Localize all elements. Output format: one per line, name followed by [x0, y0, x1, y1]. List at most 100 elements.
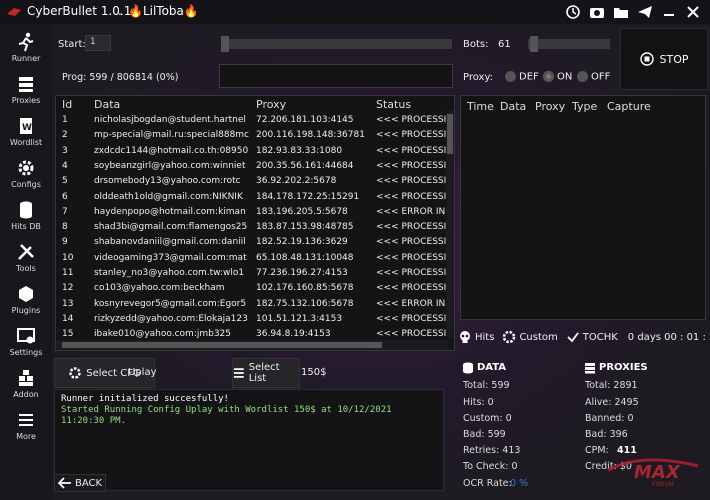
sidebar-item-hitsdb[interactable]: Hits DB — [0, 196, 52, 238]
row-status: <<< PROCESSI — [376, 313, 446, 324]
more-icon — [19, 414, 33, 426]
col-hit-data[interactable]: Data — [500, 100, 526, 113]
sidebar-item-tools[interactable]: Tools — [0, 238, 52, 280]
row-status: <<< ERROR IN — [376, 206, 446, 217]
ocr-rate-value: 0 % — [510, 478, 529, 489]
col-id[interactable]: Id — [62, 98, 72, 111]
table-row[interactable]: 9 shabanovdaniil@gmail.com:daniil 182.52.1… — [56, 237, 446, 253]
table-row[interactable]: 13 kosnyrevegor5@gmail.com:Egor5 182.75.13… — [56, 299, 446, 315]
data-custom: Custom: 0 — [463, 413, 512, 424]
bots-slider[interactable] — [528, 36, 610, 52]
data-tocheck: To Check: 0 — [463, 461, 518, 472]
hits-tabs: Hits Custom TOCHK 0 days 00 : 01 : 2 — [458, 326, 710, 348]
row-status: <<< PROCESSI — [376, 237, 446, 248]
table-row[interactable]: 11 stanley_no3@yahoo.com.tw:wlo1 77.236.19… — [56, 268, 446, 284]
row-data: shabanovdaniil@gmail.com:daniil — [94, 237, 246, 248]
app-logo-icon — [7, 8, 21, 16]
stop-button[interactable]: STOP — [620, 28, 708, 90]
row-id: 1 — [62, 115, 68, 125]
data-retries: Retries: 413 — [463, 445, 521, 456]
col-status[interactable]: Status — [376, 98, 411, 111]
row-proxy: 65.108.48.131:10048 — [256, 252, 354, 263]
sidebar-item-plugins[interactable]: Plugins — [0, 280, 52, 322]
col-capture[interactable]: Capture — [607, 100, 651, 113]
sidebar-item-runner[interactable]: Runner — [0, 28, 52, 70]
row-proxy: 77.236.196.27:4153 — [256, 268, 348, 278]
table-hscrollbar[interactable] — [56, 340, 448, 350]
svg-text:FORUM: FORUM — [652, 481, 674, 488]
row-data: drsomebody13@yahoo.com:rotc — [94, 176, 241, 187]
console-line: Started Running Config Uplay with Wordli… — [61, 405, 392, 415]
table-row[interactable]: 12 co103@yahoo.com:beckham 102.176.160.85:… — [56, 283, 446, 299]
row-data: nicholasjbogdan@student.hartnel — [94, 115, 246, 125]
proxy-off-radio[interactable]: OFF — [577, 71, 610, 83]
table-row[interactable]: 1 nicholasjbogdan@student.hartnel 72.206.1… — [56, 115, 446, 131]
data-table: Id Data Proxy Status 1 nicholasjbogdan@st… — [55, 95, 455, 351]
proxy-def-radio[interactable]: DEF — [505, 71, 539, 83]
row-proxy: 182.93.83.33:1080 — [256, 145, 343, 156]
select-list-button[interactable]: Select List — [232, 358, 300, 388]
database-icon — [20, 201, 32, 219]
history-icon[interactable] — [564, 3, 582, 21]
row-data: videogaming373@gmail.com:mat — [94, 252, 247, 263]
row-id: 12 — [62, 283, 74, 294]
camera-icon[interactable] — [588, 3, 606, 21]
col-proxy[interactable]: Proxy — [256, 98, 286, 111]
table-vscrollbar[interactable] — [446, 110, 454, 338]
row-proxy: 182.75.132.106:5678 — [256, 298, 354, 309]
list-icon — [233, 368, 244, 378]
minimize-icon[interactable] — [660, 3, 678, 21]
telegram-icon[interactable] — [636, 3, 654, 21]
col-type[interactable]: Type — [572, 100, 597, 113]
row-proxy: 183.87.153.98:48785 — [256, 222, 354, 233]
proxies-db-icon — [585, 363, 595, 374]
sidebar-item-more[interactable]: More — [0, 406, 52, 448]
table-row[interactable]: 4 soybeanzgirl@yahoo.com:winniet 200.35.56… — [56, 161, 446, 177]
row-id: 15 — [62, 329, 74, 340]
back-button[interactable]: BACK — [54, 474, 106, 492]
row-status: <<< PROCESSI — [376, 252, 446, 263]
row-proxy: 182.52.19.136:3629 — [256, 237, 348, 248]
table-row[interactable]: 10 videogaming373@gmail.com:mat 65.108.48.… — [56, 253, 446, 269]
tab-hits[interactable]: Hits — [458, 330, 494, 344]
folder-icon[interactable] — [612, 3, 630, 21]
console-line: Runner initialized succesfully! — [61, 394, 229, 404]
col-time[interactable]: Time — [467, 100, 494, 113]
svg-text:MAX: MAX — [634, 462, 681, 483]
table-row[interactable]: 5 drsomebody13@yahoo.com:rotc 36.92.202.2:… — [56, 176, 446, 192]
row-id: 9 — [62, 237, 68, 248]
sidebar-item-wordlist[interactable]: W Wordlist — [0, 112, 52, 154]
start-slider[interactable] — [221, 36, 452, 52]
sidebar-item-settings[interactable]: Settings — [0, 322, 52, 364]
col-data[interactable]: Data — [94, 98, 120, 111]
row-proxy: 36.94.8.19:4153 — [256, 329, 331, 340]
table-row[interactable]: 3 zxdcdc1144@hotmail.co.th:08950 182.93.83… — [56, 146, 446, 162]
proxy-on-radio[interactable]: ON — [543, 71, 572, 83]
runner-icon — [18, 32, 34, 52]
row-id: 13 — [62, 298, 74, 309]
row-status: <<< PROCESSI — [376, 176, 446, 187]
col-hit-proxy[interactable]: Proxy — [535, 100, 565, 113]
sidebar-item-proxies[interactable]: Proxies — [0, 70, 52, 112]
table-row[interactable]: 2 mp-special@mail.ru:special888mc 200.116.… — [56, 130, 446, 146]
table-row[interactable]: 8 shad3bi@gmail.com:flamengos25 183.87.153… — [56, 222, 446, 238]
table-row[interactable]: 7 haydenpopo@hotmail.com:kiman 183.196.205… — [56, 207, 446, 223]
tab-tochk[interactable]: TOCHK — [566, 330, 618, 344]
start-input[interactable]: 1 — [85, 35, 111, 51]
elapsed-timer: 0 days 00 : 01 : 2 — [627, 331, 710, 343]
row-proxy: 101.51.121.3:4153 — [256, 313, 343, 324]
row-status: <<< PROCESSI — [376, 268, 446, 278]
proxies-banned: Banned: 0 — [585, 413, 634, 424]
tab-custom[interactable]: Custom — [502, 330, 558, 344]
sidebar-item-configs[interactable]: Configs — [0, 154, 52, 196]
row-proxy: 200.35.56.161:44684 — [256, 160, 354, 171]
close-icon[interactable] — [684, 3, 702, 21]
table-row[interactable]: 6 olddeath1old@gmail.com:NIKNIK 184.178.17… — [56, 192, 446, 208]
watermark-logo: MAX FORUM — [602, 448, 702, 488]
list-name: 150$ — [301, 367, 327, 378]
data-db-icon — [463, 362, 473, 374]
user-name: 🔥LilToba🔥 — [128, 4, 199, 18]
table-row[interactable]: 14 rizkyzedd@yahoo.com:Elokaja123 101.51.1… — [56, 314, 446, 330]
sidebar-item-addon[interactable]: Addon — [0, 364, 52, 406]
row-status: <<< PROCESSI — [376, 283, 446, 294]
